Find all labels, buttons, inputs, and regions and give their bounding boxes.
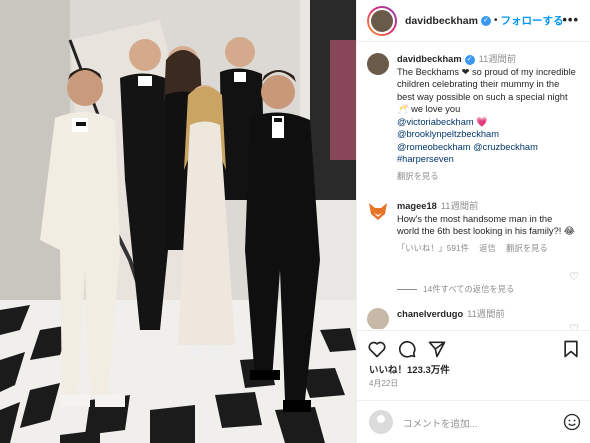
family-photo-image [0, 0, 356, 443]
view-replies-button[interactable]: 14件すべての返信を見る [397, 283, 514, 295]
current-user-avatar [369, 410, 393, 434]
comment-likes[interactable]: 「いいね！」591件 [397, 243, 469, 253]
post-photo[interactable] [0, 0, 356, 443]
comment-time: 11週間前 [467, 309, 505, 319]
caption-text: The Beckhams ❤ so proud of my incredible… [397, 66, 576, 115]
mention-link[interactable]: @cruzbeckham [473, 142, 538, 152]
comment-like-heart-icon[interactable]: ♡ [569, 322, 579, 329]
comment-icon[interactable] [397, 339, 417, 359]
avatar[interactable] [367, 53, 389, 75]
emoji-icon[interactable] [563, 413, 581, 431]
translate-link[interactable]: 翻訳を見る [506, 243, 548, 253]
comment-composer: コメントを追加... [357, 400, 590, 443]
comment-username[interactable]: magee18 [397, 201, 437, 211]
action-bar [357, 330, 590, 366]
separator-dot: • [493, 15, 498, 26]
avatar[interactable] [367, 200, 389, 222]
verified-badge-icon: ✓ [480, 15, 491, 26]
post-header: davidbeckham ✓ • フォローする ••• [357, 0, 590, 42]
mention-link[interactable]: @romeobeckham [397, 142, 471, 152]
reply-button[interactable]: 返信 [479, 243, 496, 253]
comment-time: 11週間前 [440, 201, 479, 211]
follow-button[interactable]: フォローする [500, 13, 563, 28]
mention-link[interactable]: @brooklynpeltzbeckham [397, 129, 499, 139]
comment-like-heart-icon[interactable]: ♡ [569, 270, 579, 283]
more-options-icon[interactable]: ••• [562, 12, 579, 27]
save-bookmark-icon[interactable] [561, 339, 581, 359]
post-side-panel: davidbeckham ✓ • フォローする ••• davidbeckham… [356, 0, 590, 443]
view-replies-label: 14件すべての返信を見る [423, 284, 515, 294]
share-icon[interactable] [427, 339, 447, 359]
hashtag-link[interactable]: #harperseven [397, 154, 454, 164]
post-date[interactable]: 4月22日 [369, 378, 398, 389]
like-heart-icon[interactable] [367, 339, 387, 359]
comments-section[interactable]: davidbeckham ✓ 11週間前 The Beckhams ❤ so pro… [357, 43, 590, 329]
comment-text: How's the most handsome man in the world… [397, 213, 575, 237]
translate-link[interactable]: 翻訳を見る [397, 171, 439, 181]
comment-username[interactable]: chanelverdugo [397, 309, 463, 319]
avatar[interactable] [367, 308, 389, 329]
comment-input[interactable]: コメントを追加... [403, 416, 477, 430]
likes-count[interactable]: いいね！123.3万件 [369, 362, 450, 376]
heart-emoji: 💗 [476, 116, 488, 127]
replies-divider [397, 289, 417, 291]
caption-time: 11週間前 [478, 54, 517, 64]
verified-badge-icon: ✓ [464, 54, 475, 65]
fox-avatar-icon [369, 203, 387, 220]
avatar [369, 7, 395, 34]
caption-username[interactable]: davidbeckham [397, 54, 462, 64]
mention-link[interactable]: @victoriabeckham [397, 117, 474, 127]
story-ring[interactable] [367, 5, 397, 36]
author-username[interactable]: davidbeckham [405, 15, 478, 27]
